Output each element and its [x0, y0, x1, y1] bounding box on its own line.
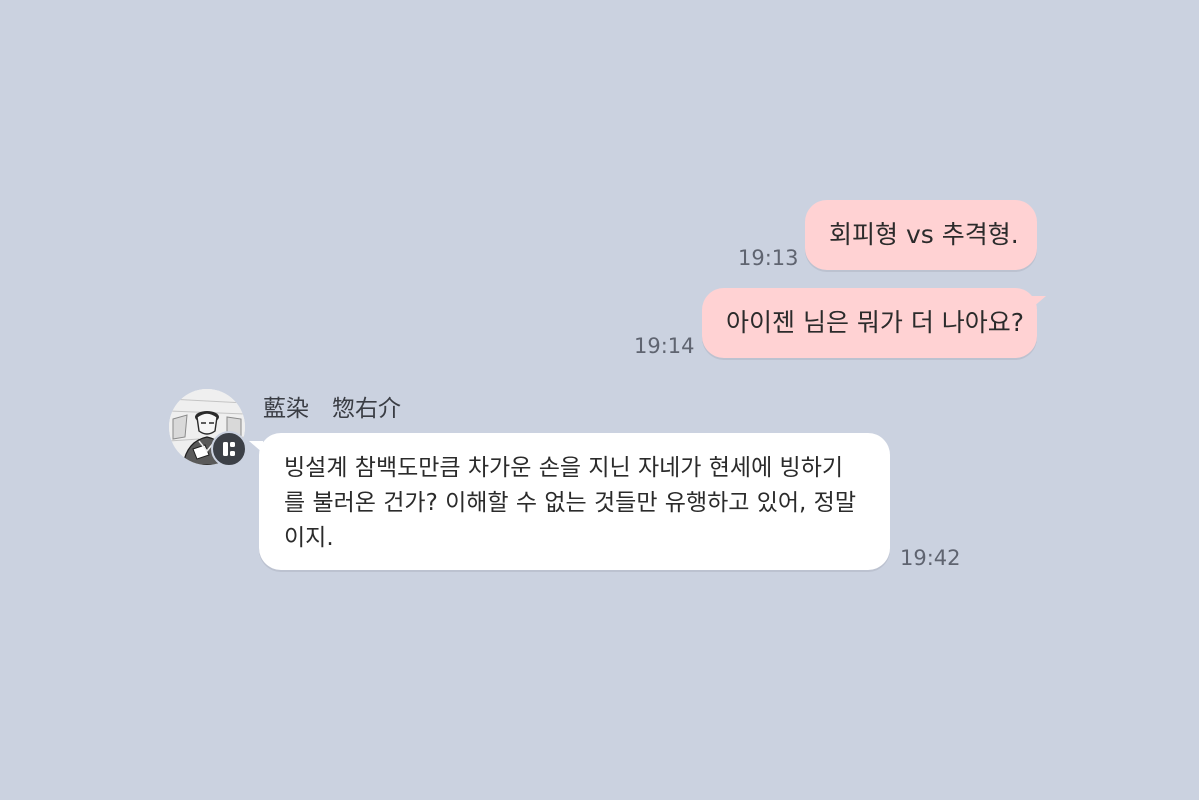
app-badge	[211, 431, 247, 467]
message-timestamp: 19:42	[900, 546, 961, 570]
message-timestamp: 19:13	[738, 246, 799, 270]
outgoing-message-bubble[interactable]: 아이젠 님은 뭐가 더 나아요?	[702, 288, 1046, 358]
app-badge-icon	[223, 442, 235, 456]
outgoing-message-bubble[interactable]: 회피형 vs 추격형.	[805, 200, 1037, 270]
sender-name: 藍染 惣右介	[263, 396, 401, 422]
chat-area: 19:13 회피형 vs 추격형. 19:14 아이젠 님은 뭐가 더 나아요?…	[0, 0, 1199, 800]
message-timestamp: 19:14	[634, 334, 695, 358]
incoming-message-bubble[interactable]: 빙설계 참백도만큼 차가운 손을 지닌 자네가 현세에 빙하기를 불러온 건가?…	[249, 433, 890, 570]
